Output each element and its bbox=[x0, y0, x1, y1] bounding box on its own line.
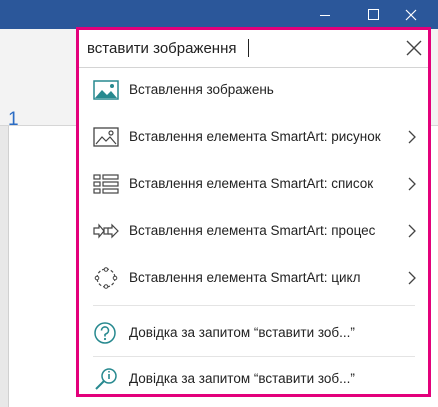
result-insert-pictures[interactable]: Вставлення зображень bbox=[79, 67, 428, 116]
text-caret bbox=[248, 39, 249, 57]
maximize-icon bbox=[367, 9, 379, 20]
close-window-button[interactable] bbox=[388, 0, 434, 29]
close-icon bbox=[406, 40, 422, 56]
smartart-cycle-icon bbox=[94, 267, 118, 289]
minimize-icon bbox=[320, 15, 330, 16]
help-label: Довідка за запитом “вставити зоб...” bbox=[129, 325, 355, 340]
results-divider bbox=[93, 305, 415, 306]
search-box bbox=[79, 30, 428, 68]
tell-me-panel: Вставлення зображень Вставлення елемента… bbox=[76, 27, 431, 397]
picture-icon bbox=[93, 80, 119, 100]
title-bar bbox=[0, 0, 438, 29]
chevron-right-icon bbox=[408, 224, 416, 238]
result-label: Вставлення елемента SmartArt: цикл bbox=[129, 270, 361, 285]
result-label: Вставлення елемента SmartArt: процес bbox=[129, 223, 376, 238]
result-smartart-process[interactable]: Вставлення елемента SmartArt: процес bbox=[79, 208, 428, 257]
smart-lookup-item[interactable]: Довідка за запитом “вставити зоб...” bbox=[79, 356, 428, 394]
chevron-right-icon bbox=[408, 271, 416, 285]
chevron-right-icon bbox=[408, 130, 416, 144]
smartart-list-icon bbox=[93, 174, 119, 194]
search-input[interactable] bbox=[87, 37, 387, 59]
result-smartart-picture[interactable]: Вставлення елемента SmartArt: рисунок bbox=[79, 114, 428, 163]
minimize-button[interactable] bbox=[302, 0, 348, 29]
result-label: Вставлення елемента SmartArt: рисунок bbox=[129, 129, 381, 144]
chevron-right-icon bbox=[408, 177, 416, 191]
result-label: Вставлення елемента SmartArt: список bbox=[129, 176, 374, 191]
help-item[interactable]: Довідка за запитом “вставити зоб...” bbox=[79, 310, 428, 359]
result-label: Вставлення зображень bbox=[129, 82, 274, 97]
smartart-process-icon bbox=[93, 223, 119, 239]
clear-search-button[interactable] bbox=[405, 39, 423, 57]
close-window-icon bbox=[405, 9, 417, 20]
smart-lookup-icon bbox=[95, 368, 117, 390]
result-smartart-cycle[interactable]: Вставлення елемента SmartArt: цикл bbox=[79, 255, 428, 304]
help-icon bbox=[94, 322, 116, 344]
document-page-edge bbox=[0, 126, 9, 407]
result-smartart-list[interactable]: Вставлення елемента SmartArt: список bbox=[79, 161, 428, 210]
smart-lookup-label: Довідка за запитом “вставити зоб...” bbox=[129, 371, 355, 386]
smartart-picture-icon bbox=[93, 127, 119, 147]
